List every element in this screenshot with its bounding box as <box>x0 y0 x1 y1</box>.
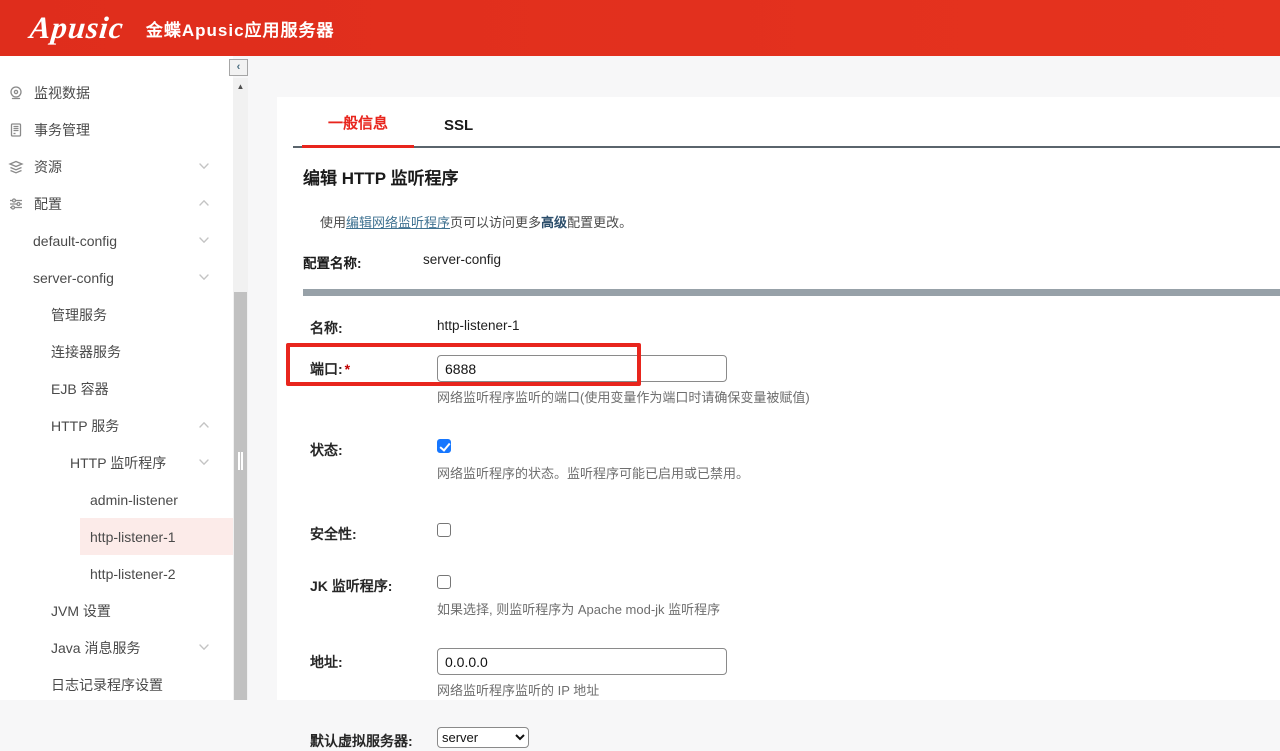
sidebar-item-default-config[interactable]: default-config <box>0 222 233 259</box>
sidebar-item-label: 监视数据 <box>34 83 90 103</box>
intro-pre: 使用 <box>320 215 346 230</box>
sidebar-item-label: 资源 <box>34 157 62 177</box>
scrollbar-up-arrow-icon[interactable]: ▲ <box>233 78 248 94</box>
default-virtual-server-label: 默认虚拟服务器: <box>310 727 437 751</box>
default-virtual-server-select[interactable]: server <box>437 727 529 748</box>
sidebar-item-label: JVM 设置 <box>51 601 111 621</box>
required-asterisk: * <box>345 361 350 377</box>
default-virtual-server-row: 默认虚拟服务器: server <box>310 727 1280 751</box>
port-row: 端口:* 网络监听程序监听的端口(使用变量作为端口时请确保变量被赋值) <box>310 355 1280 406</box>
sidebar-item-http-listener-1[interactable]: http-listener-1 <box>80 518 233 555</box>
jk-listener-help: 如果选择, 则监听程序为 Apache mod-jk 监听程序 <box>437 599 1280 618</box>
sidebar-collapse-button[interactable]: ‹ <box>229 59 248 76</box>
sidebar-item-资源[interactable]: 资源 <box>0 148 233 185</box>
apusic-logo: Apusic <box>28 10 126 46</box>
sidebar-item-label: http-listener-2 <box>90 566 176 582</box>
sidebar-item-label: server-config <box>33 270 114 286</box>
sidebar-item-配置[interactable]: 配置 <box>0 185 233 222</box>
sidebar-item-监视数据[interactable]: 监视数据 <box>0 74 233 111</box>
advanced-link[interactable]: 高级 <box>541 215 567 230</box>
security-checkbox[interactable] <box>437 523 451 537</box>
name-label: 名称: <box>310 314 437 338</box>
jk-listener-row: JK 监听程序: 如果选择, 则监听程序为 Apache mod-jk 监听程序 <box>310 572 1280 618</box>
sidebar-item-事务管理[interactable]: 事务管理 <box>0 111 233 148</box>
sidebar-item-java-消息服务[interactable]: Java 消息服务 <box>0 629 233 666</box>
intro-mid: 页可以访问更多 <box>450 215 541 230</box>
sidebar-item-管理服务[interactable]: 管理服务 <box>0 296 233 333</box>
sidebar-item-http-服务[interactable]: HTTP 服务 <box>0 407 233 444</box>
content-panel: 一般信息 SSL 编辑 HTTP 监听程序 使用编辑网络监听程序页可以访问更多高… <box>277 97 1280 700</box>
config-name-label: 配置名称: <box>303 252 398 272</box>
status-help: 网络监听程序的状态。监听程序可能已启用或已禁用。 <box>437 463 1280 482</box>
chevron-left-icon: ‹ <box>237 62 241 73</box>
config-name-row: 配置名称: server-config <box>303 252 1280 272</box>
app-title: 金蝶Apusic应用服务器 <box>146 16 335 41</box>
sidebar-item-label: EJB 容器 <box>51 379 109 399</box>
resources-icon <box>8 159 24 175</box>
security-label: 安全性: <box>310 520 437 544</box>
sidebar-item-label: 管理服务 <box>51 305 107 325</box>
app-header: Apusic 金蝶Apusic应用服务器 <box>0 0 1280 56</box>
sidebar-item-label: admin-listener <box>90 492 178 508</box>
sidebar-item-label: http-listener-1 <box>90 529 176 545</box>
security-row: 安全性: <box>310 520 1280 544</box>
tab-ssl[interactable]: SSL <box>435 117 482 146</box>
address-help: 网络监听程序监听的 IP 地址 <box>437 680 1280 699</box>
chevron-down-icon[interactable] <box>197 455 211 469</box>
address-input[interactable] <box>437 648 727 675</box>
port-label-text: 端口: <box>310 361 343 377</box>
tab-general-info[interactable]: 一般信息 <box>302 112 414 148</box>
name-row: 名称: http-listener-1 <box>310 314 1280 338</box>
sidebar-item-label: 事务管理 <box>34 120 90 140</box>
scrollbar-grip-icon <box>238 452 243 470</box>
sidebar-item-label: default-config <box>33 233 117 249</box>
sidebar-item-日志记录程序设置[interactable]: 日志记录程序设置 <box>0 666 233 700</box>
address-label: 地址: <box>310 648 437 699</box>
status-row: 状态: 网络监听程序的状态。监听程序可能已启用或已禁用。 <box>310 436 1280 482</box>
chevron-down-icon[interactable] <box>197 640 211 654</box>
sidebar-nav: 监视数据事务管理资源配置 default-config server-config 管… <box>0 56 233 700</box>
tab-bar: 一般信息 SSL <box>293 97 1280 148</box>
sidebar-item-http-监听程序[interactable]: HTTP 监听程序 <box>0 444 233 481</box>
chevron-down-icon[interactable] <box>197 233 211 247</box>
status-checkbox[interactable] <box>437 439 451 453</box>
sidebar-item-admin-listener[interactable]: admin-listener <box>0 481 233 518</box>
sidebar-item-label: HTTP 监听程序 <box>70 453 166 473</box>
intro-text: 使用编辑网络监听程序页可以访问更多高级配置更改。 <box>320 212 1280 231</box>
sidebar-item-label: HTTP 服务 <box>51 416 119 436</box>
port-help: 网络监听程序监听的端口(使用变量作为端口时请确保变量被赋值) <box>437 387 1280 406</box>
sidebar-item-server-config[interactable]: server-config <box>0 259 233 296</box>
sidebar-item-连接器服务[interactable]: 连接器服务 <box>0 333 233 370</box>
name-value: http-listener-1 <box>437 314 1280 338</box>
chevron-up-icon[interactable] <box>197 418 211 432</box>
sidebar-item-http-listener-2[interactable]: http-listener-2 <box>0 555 233 592</box>
sidebar-item-label: 日志记录程序设置 <box>51 675 163 695</box>
intro-post: 配置更改。 <box>567 215 632 230</box>
sidebar-scrollbar[interactable]: ▲ <box>233 78 248 700</box>
sidebar-item-jvm-设置[interactable]: JVM 设置 <box>0 592 233 629</box>
port-input[interactable] <box>437 355 727 382</box>
config-icon <box>8 196 24 212</box>
chevron-up-icon[interactable] <box>197 196 211 210</box>
chevron-down-icon[interactable] <box>197 159 211 173</box>
status-label: 状态: <box>310 436 437 482</box>
transaction-icon <box>8 122 24 138</box>
address-row: 地址: 网络监听程序监听的 IP 地址 <box>310 648 1280 699</box>
monitor-icon <box>8 85 24 101</box>
sidebar-item-label: 配置 <box>34 194 62 214</box>
sidebar-item-label: Java 消息服务 <box>51 638 140 658</box>
page-title: 编辑 HTTP 监听程序 <box>303 164 1280 189</box>
config-name-value: server-config <box>423 252 501 272</box>
chevron-down-icon[interactable] <box>197 270 211 284</box>
edit-network-listener-link[interactable]: 编辑网络监听程序 <box>346 215 450 230</box>
port-label: 端口:* <box>310 355 437 406</box>
jk-listener-label: JK 监听程序: <box>310 572 437 618</box>
scrollbar-thumb[interactable] <box>234 292 247 700</box>
section-divider <box>303 289 1280 296</box>
jk-listener-checkbox[interactable] <box>437 575 451 589</box>
sidebar-item-ejb-容器[interactable]: EJB 容器 <box>0 370 233 407</box>
sidebar-item-label: 连接器服务 <box>51 342 121 362</box>
